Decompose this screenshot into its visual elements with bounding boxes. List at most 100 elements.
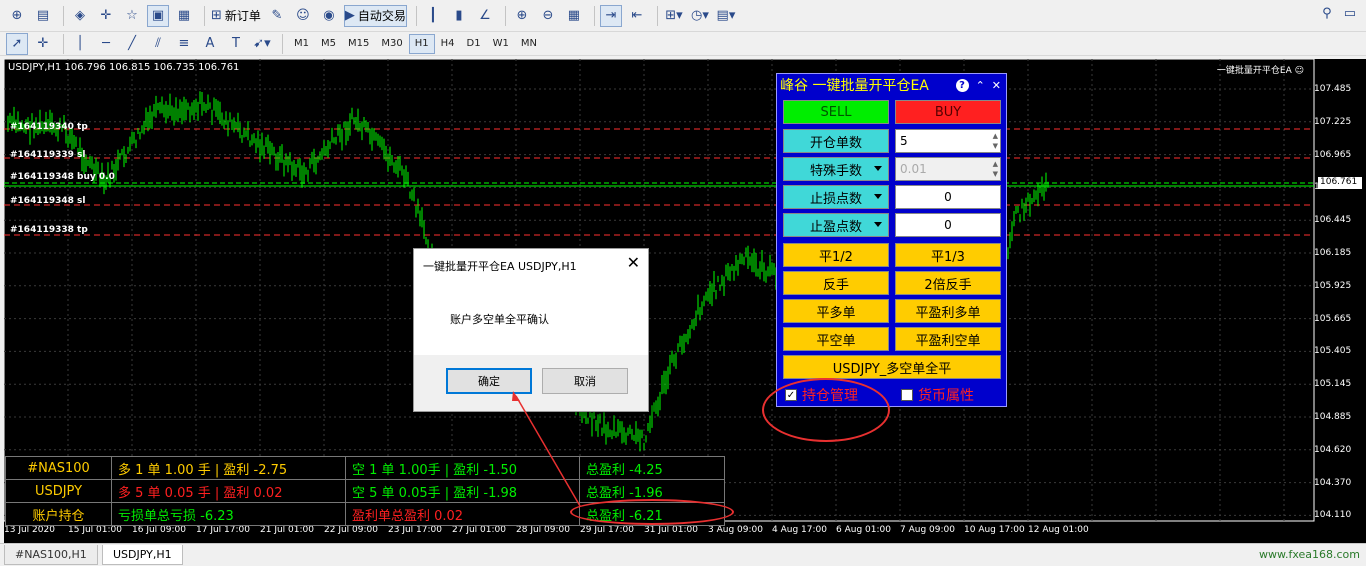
crosshair-icon[interactable]: ✛ (32, 33, 54, 55)
auto-trading-button[interactable]: ▶ 自动交易 (343, 4, 407, 27)
chart-tabs: #NAS100,H1 USDJPY,H1 www.fxea168.com (0, 543, 1366, 566)
zoom-in-icon[interactable]: ⊕ (511, 5, 533, 27)
longs-cell: 多 1 单 1.00 手 | 盈利 -2.75 (111, 456, 346, 480)
close-all-symbol-button[interactable]: USDJPY_多空单全平 (783, 355, 1001, 379)
people-icon[interactable]: ☺ (292, 5, 314, 27)
timeframe-h4[interactable]: H4 (435, 34, 461, 54)
templates-icon[interactable]: ▤▾ (715, 5, 737, 27)
periods-icon[interactable]: ◷▾ (689, 5, 711, 27)
lots-count-value: 5 (900, 134, 908, 148)
close-half-button[interactable]: 平1/2 (783, 243, 889, 267)
spinner-icon[interactable]: ▲ ▼ (993, 131, 998, 151)
stop-loss-input[interactable]: 0 (895, 185, 1001, 209)
order-label: #164119339 sl (10, 150, 86, 160)
equidistant-channel-icon[interactable]: ⫽ (147, 33, 169, 55)
time-tick: 3 Aug 09:00 (708, 525, 763, 535)
close-profit-longs-button[interactable]: 平盈利多单 (895, 299, 1001, 323)
terminal-icon[interactable]: ▣ (147, 4, 169, 27)
price-tick: 105.665 (1314, 313, 1352, 324)
buy-button[interactable]: BUY (895, 100, 1001, 124)
special-lots-dropdown[interactable]: 特殊手数 (783, 157, 889, 181)
symbol-cell: 账户持仓 (5, 502, 112, 526)
timeframe-h1[interactable]: H1 (408, 33, 435, 54)
bar-chart-icon[interactable]: ┃ (422, 5, 444, 27)
price-tick: 106.965 (1314, 149, 1352, 160)
close-icon[interactable]: ✕ (627, 253, 640, 272)
time-tick: 23 Jul 17:00 (388, 525, 442, 535)
metaeditor-icon[interactable]: ✎ (266, 5, 288, 27)
tester-icon[interactable]: ▦ (173, 5, 195, 27)
new-chart-icon[interactable]: ⊕ (6, 5, 28, 27)
text-icon[interactable]: A (199, 33, 221, 55)
cursor-icon[interactable]: ➚ (6, 32, 28, 55)
arrows-icon[interactable]: ➹▾ (251, 33, 273, 55)
chat-icon[interactable]: ▭ (1344, 6, 1356, 21)
price-tick: 104.885 (1314, 412, 1352, 422)
autoscroll-icon[interactable]: ⇥ (599, 4, 622, 27)
tab-nas100[interactable]: #NAS100,H1 (4, 545, 98, 565)
timeframe-m1[interactable]: M1 (288, 34, 315, 54)
close-longs-button[interactable]: 平多单 (783, 299, 889, 323)
timeframe-mn[interactable]: MN (515, 34, 543, 54)
take-profit-dropdown[interactable]: 止盈点数 (783, 213, 889, 237)
currency-props-checkbox[interactable]: 货币属性 (901, 385, 974, 405)
navigator-icon[interactable]: ☆ (121, 5, 143, 27)
close-third-button[interactable]: 平1/3 (895, 243, 1001, 267)
symbol-cell: USDJPY (5, 479, 112, 503)
close-profit-shorts-button[interactable]: 平盈利空单 (895, 327, 1001, 351)
vertical-line-icon[interactable]: │ (69, 33, 91, 55)
dialog-title: 一键批量开平仓EA USDJPY,H1 (423, 260, 577, 273)
profits-cell: 盈利单总盈利 0.02 (345, 502, 580, 526)
double-reverse-button[interactable]: 2倍反手 (895, 271, 1001, 295)
time-tick: 28 Jul 09:00 (516, 525, 570, 535)
spinner-icon[interactable]: ▲ ▼ (993, 159, 998, 179)
special-lots-input[interactable]: 0.01 ▲ ▼ (895, 157, 1001, 181)
price-tick: 104.370 (1314, 477, 1352, 488)
time-tick: 29 Jul 17:00 (580, 525, 634, 535)
trendline-icon[interactable]: ╱ (121, 33, 143, 55)
horizontal-line-icon[interactable]: ─ (95, 33, 117, 55)
tile-windows-icon[interactable]: ▦ (563, 5, 585, 27)
timeframe-m30[interactable]: M30 (375, 34, 408, 54)
current-price-tag: 106.761 (1318, 177, 1362, 189)
stop-loss-dropdown[interactable]: 止损点数 (783, 185, 889, 209)
price-tick: 105.405 (1314, 346, 1352, 357)
indicators-icon[interactable]: ⊞▾ (663, 5, 685, 27)
price-tick: 106.445 (1314, 215, 1352, 226)
reverse-button[interactable]: 反手 (783, 271, 889, 295)
timeframe-d1[interactable]: D1 (461, 34, 487, 54)
time-tick: 6 Aug 01:00 (836, 525, 891, 535)
cancel-button[interactable]: 取消 (542, 368, 628, 394)
timeframe-m15[interactable]: M15 (342, 34, 375, 54)
data-window-icon[interactable]: ✛ (95, 5, 117, 27)
text-label-icon[interactable]: T (225, 33, 247, 55)
chart-shift-icon[interactable]: ⇤ (626, 5, 648, 27)
ok-button[interactable]: 确定 (446, 368, 532, 394)
profiles-icon[interactable]: ▤ (32, 5, 54, 27)
help-icon[interactable]: ? (955, 78, 969, 92)
order-label: #164119348 sl (10, 196, 86, 206)
signals-icon[interactable]: ◉ (318, 5, 340, 27)
take-profit-input[interactable]: 0 (895, 213, 1001, 237)
zoom-out-icon[interactable]: ⊖ (537, 5, 559, 27)
collapse-icon[interactable]: ⌃ (976, 79, 985, 92)
time-tick: 7 Aug 09:00 (900, 525, 955, 535)
timeframe-m5[interactable]: M5 (315, 34, 342, 54)
market-watch-icon[interactable]: ◈ (69, 5, 91, 27)
watermark: www.fxea168.com (1258, 548, 1360, 561)
fibonacci-icon[interactable]: ≡ (173, 33, 195, 55)
close-icon[interactable]: ✕ (992, 79, 1001, 92)
time-tick: 10 Aug 17:00 (964, 525, 1025, 535)
sell-button[interactable]: SELL (783, 100, 889, 124)
line-chart-icon[interactable]: ∠ (474, 5, 496, 27)
timeframe-w1[interactable]: W1 (487, 34, 515, 54)
tab-usdjpy[interactable]: USDJPY,H1 (102, 545, 183, 565)
ea-tag: 一键批量开平仓EA ☺ (1217, 63, 1304, 76)
time-tick: 27 Jul 01:00 (452, 525, 506, 535)
time-tick: 17 Jul 17:00 (196, 525, 250, 535)
search-icon[interactable]: ⚲ (1322, 6, 1332, 21)
new-order-button[interactable]: ⊞ 新订单 (210, 5, 262, 27)
lots-count-input[interactable]: 5 ▲ ▼ (895, 129, 1001, 153)
candlestick-icon[interactable]: ▮ (448, 5, 470, 27)
close-shorts-button[interactable]: 平空单 (783, 327, 889, 351)
